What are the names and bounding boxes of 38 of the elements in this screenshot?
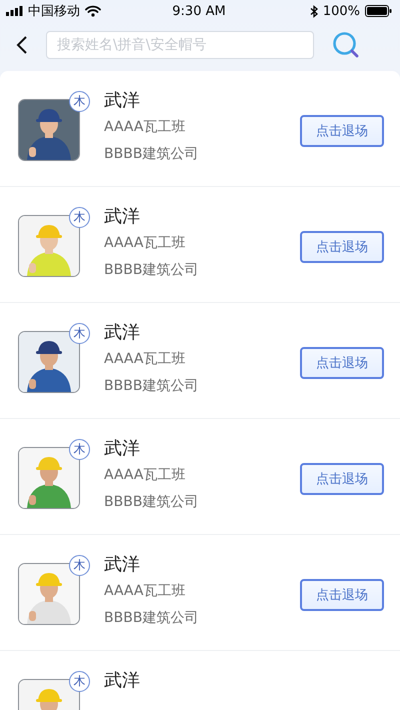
company-name: BBBB建筑公司	[104, 609, 200, 628]
exit-button[interactable]: 点击退场	[300, 463, 384, 495]
tag-badge: 木	[69, 91, 90, 112]
exit-button[interactable]: 点击退场	[300, 231, 384, 263]
company-name: BBBB建筑公司	[104, 261, 200, 280]
search-field[interactable]: 搜索姓名\拼音\安全帽号	[46, 31, 314, 59]
exit-button[interactable]: 点击退场	[300, 347, 384, 379]
team-name: AAAA瓦工班	[104, 466, 186, 485]
exit-button[interactable]: 点击退场	[300, 579, 384, 611]
worker-name: 武洋	[104, 89, 141, 113]
search-button[interactable]	[332, 31, 360, 59]
bluetooth-icon	[310, 4, 318, 18]
tag-badge: 木	[69, 207, 90, 228]
status-time: 9:30 AM	[172, 4, 226, 18]
worker-name: 武洋	[104, 669, 141, 693]
battery-icon	[365, 5, 392, 17]
exit-button[interactable]: 点击退场	[300, 115, 384, 147]
company-name: BBBB建筑公司	[104, 493, 200, 512]
battery-percent: 100%	[322, 4, 360, 18]
team-name: AAAA瓦工班	[104, 118, 186, 137]
wifi-icon	[85, 5, 101, 17]
tag-badge: 木	[69, 555, 90, 576]
tag-badge: 木	[69, 323, 90, 344]
carrier-name: 中国移动	[28, 3, 80, 20]
signal-icon	[6, 6, 23, 16]
worker-name: 武洋	[104, 205, 141, 229]
worker-name: 武洋	[104, 437, 141, 461]
search-icon	[332, 31, 360, 59]
tag-badge: 木	[69, 439, 90, 460]
tag-badge: 木	[69, 671, 90, 692]
worker-name: 武洋	[104, 553, 141, 577]
team-name: AAAA瓦工班	[104, 582, 186, 601]
worker-name: 武洋	[104, 321, 141, 345]
back-icon	[16, 35, 28, 55]
team-name: AAAA瓦工班	[104, 234, 186, 253]
company-name: BBBB建筑公司	[104, 377, 200, 396]
team-name: AAAA瓦工班	[104, 350, 186, 369]
company-name: BBBB建筑公司	[104, 145, 200, 164]
